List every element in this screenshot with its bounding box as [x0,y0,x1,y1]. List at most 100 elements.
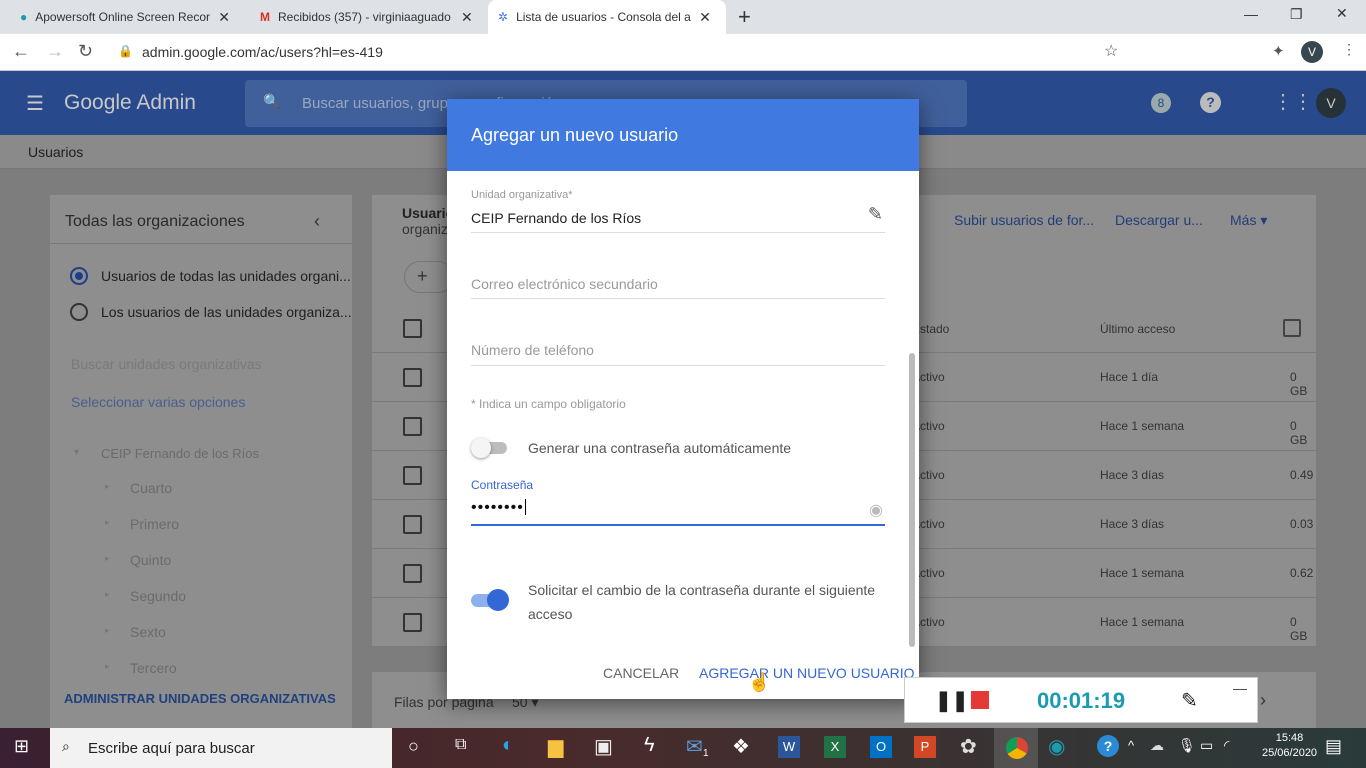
microphone-icon[interactable]: 🎙 [1178,737,1196,754]
help-icon[interactable]: ? [1200,92,1221,113]
paint-icon[interactable]: ✿ [960,734,977,759]
recorder-bar: ❚❚ 00:01:19 ✎ — [904,677,1258,723]
tree-item[interactable]: Segundo [130,588,186,604]
close-window-button[interactable]: ✕ [1336,5,1348,22]
row-checkbox[interactable] [403,466,422,485]
profile-avatar[interactable]: V [1301,41,1323,63]
tray-chevron-icon[interactable]: ^ [1128,738,1134,753]
column-settings-icon[interactable] [1283,319,1301,337]
breadcrumb[interactable]: Usuarios [28,144,83,160]
tree-item[interactable]: Sexto [130,624,166,640]
row-checkbox[interactable] [403,417,422,436]
tree-root[interactable]: CEIP Fernando de los Ríos [101,446,259,461]
collapse-icon[interactable]: ‹ [314,211,320,232]
excel-icon[interactable]: X [824,736,846,758]
notifications-badge[interactable]: 8 [1151,93,1171,113]
logo: Google Admin [64,91,196,114]
onedrive-icon[interactable]: ☁ [1150,737,1164,754]
forward-icon[interactable]: → [46,41,64,62]
mouse-cursor-icon: ☝ [748,672,771,692]
minimize-button[interactable]: — [1244,6,1258,22]
notifications-icon[interactable]: ▤ [1325,736,1342,757]
battery-icon[interactable]: ▭ [1200,737,1213,754]
upload-users-link[interactable]: Subir usuarios de for... [954,212,1094,228]
minimize-recorder[interactable]: — [1233,680,1247,696]
taskbar: ⊞ ⌕ Escribe aquí para buscar ○ ⧉ ◐ ▆ ▣ ϟ… [0,728,1366,768]
cancel-button[interactable]: CANCELAR [603,665,679,681]
change-password-toggle[interactable] [471,589,509,611]
row-checkbox[interactable] [403,368,422,387]
help-tray-icon[interactable]: ? [1097,735,1119,757]
clock[interactable]: 15:48 25/06/2020 [1262,732,1317,759]
edge-icon[interactable]: ◐ [502,734,514,757]
restore-button[interactable]: ❐ [1290,6,1303,23]
mail-icon[interactable]: ✉ [686,734,703,759]
show-password-eye-icon[interactable]: ◉ [869,500,883,520]
select-all-checkbox[interactable] [403,319,422,338]
pause-icon[interactable]: ❚❚ [935,688,969,713]
cortana-icon[interactable]: ○ [408,736,419,757]
row-checkbox[interactable] [403,564,422,583]
dialog-scrollbar[interactable] [909,353,915,647]
tree-item[interactable]: Primero [130,516,179,532]
phone-field[interactable]: Número de teléfono [471,342,885,366]
reload-icon[interactable]: ↻ [78,41,93,62]
radio-selected-units[interactable] [70,303,88,321]
tree-item[interactable]: Tercero [130,660,177,676]
extensions-icon[interactable]: ✦ [1272,42,1285,60]
manage-units-button[interactable]: ADMINISTRAR UNIDADES ORGANIZATIVAS [64,691,336,706]
org-panel: Todas las organizaciones ‹ Usuarios de t… [50,195,352,728]
wifi-icon[interactable]: ◜ [1224,737,1229,754]
chrome-icon[interactable] [994,728,1038,768]
close-tab-icon[interactable]: ✕ [218,9,230,26]
recording-timer: 00:01:19 [1037,688,1126,713]
row-checkbox[interactable] [403,613,422,632]
close-tab-icon[interactable]: ✕ [461,9,473,26]
tab-apowersoft[interactable]: ● Apowersoft Online Screen Recor ✕ [10,0,250,34]
search-icon: 🔍 [263,93,281,109]
new-tab-button[interactable]: + [738,4,751,30]
org-unit-field[interactable]: Unidad organizativa* CEIP Fernando de lo… [471,189,885,233]
star-icon[interactable]: ☆ [1104,41,1118,61]
outlook-icon[interactable]: O [870,736,892,758]
submit-add-user-button[interactable]: AGREGAR UN NUEVO USUARIO [699,665,914,681]
next-page-icon[interactable]: › [1260,690,1266,711]
back-icon[interactable]: ← [12,41,30,62]
app-icon[interactable]: ϟ [644,734,655,757]
org-search-input[interactable]: Buscar unidades organizativas [71,356,262,372]
tab-gmail[interactable]: M Recibidos (357) - virginiaaguado ✕ [250,0,486,34]
tab-admin[interactable]: ✲ Lista de usuarios - Consola del ad ✕ [488,0,726,34]
dropbox-icon[interactable]: ❖ [732,734,750,759]
add-user-dialog: Agregar un nuevo usuario Unidad organiza… [447,99,919,699]
auto-password-toggle[interactable] [471,438,507,458]
store-icon[interactable]: ▣ [594,734,613,759]
tree-item[interactable]: Cuarto [130,480,172,496]
file-explorer-icon[interactable]: ▆ [548,734,563,759]
password-field[interactable]: •••••••• ◉ [471,499,885,526]
secondary-email-field[interactable]: Correo electrónico secundario [471,276,885,299]
hamburger-icon[interactable]: ☰ [26,91,44,116]
tree-item[interactable]: Quinto [130,552,171,568]
address-bar-row: ← → ↻ 🔒 admin.google.com/ac/users?hl=es-… [0,34,1366,71]
lock-icon: 🔒 [118,44,133,58]
task-view-icon[interactable]: ⧉ [455,736,466,754]
powerpoint-icon[interactable]: P [914,736,936,758]
windows-start-icon[interactable]: ⊞ [14,736,29,757]
row-checkbox[interactable] [403,515,422,534]
select-multiple-link[interactable]: Seleccionar varias opciones [71,394,245,410]
apps-icon[interactable]: ⋮⋮ [1273,89,1313,114]
edit-pencil-icon[interactable]: ✎ [868,204,883,225]
download-users-link[interactable]: Descargar u... [1115,212,1203,228]
dialog-title: Agregar un nuevo usuario [447,99,919,171]
radio-all-units[interactable] [70,267,88,285]
stop-icon[interactable] [971,691,989,709]
close-tab-icon[interactable]: ✕ [699,9,711,26]
apowersoft-taskbar-icon[interactable]: ◉ [1048,734,1065,759]
pen-icon[interactable]: ✎ [1181,688,1198,713]
menu-icon[interactable]: ⋮ [1342,41,1356,58]
word-icon[interactable]: W [778,736,800,758]
url-field[interactable]: admin.google.com/ac/users?hl=es-419 [142,44,383,60]
avatar[interactable]: V [1316,88,1346,118]
more-menu[interactable]: Más ▾ [1230,212,1267,229]
taskbar-search[interactable]: ⌕ Escribe aquí para buscar [50,728,392,768]
